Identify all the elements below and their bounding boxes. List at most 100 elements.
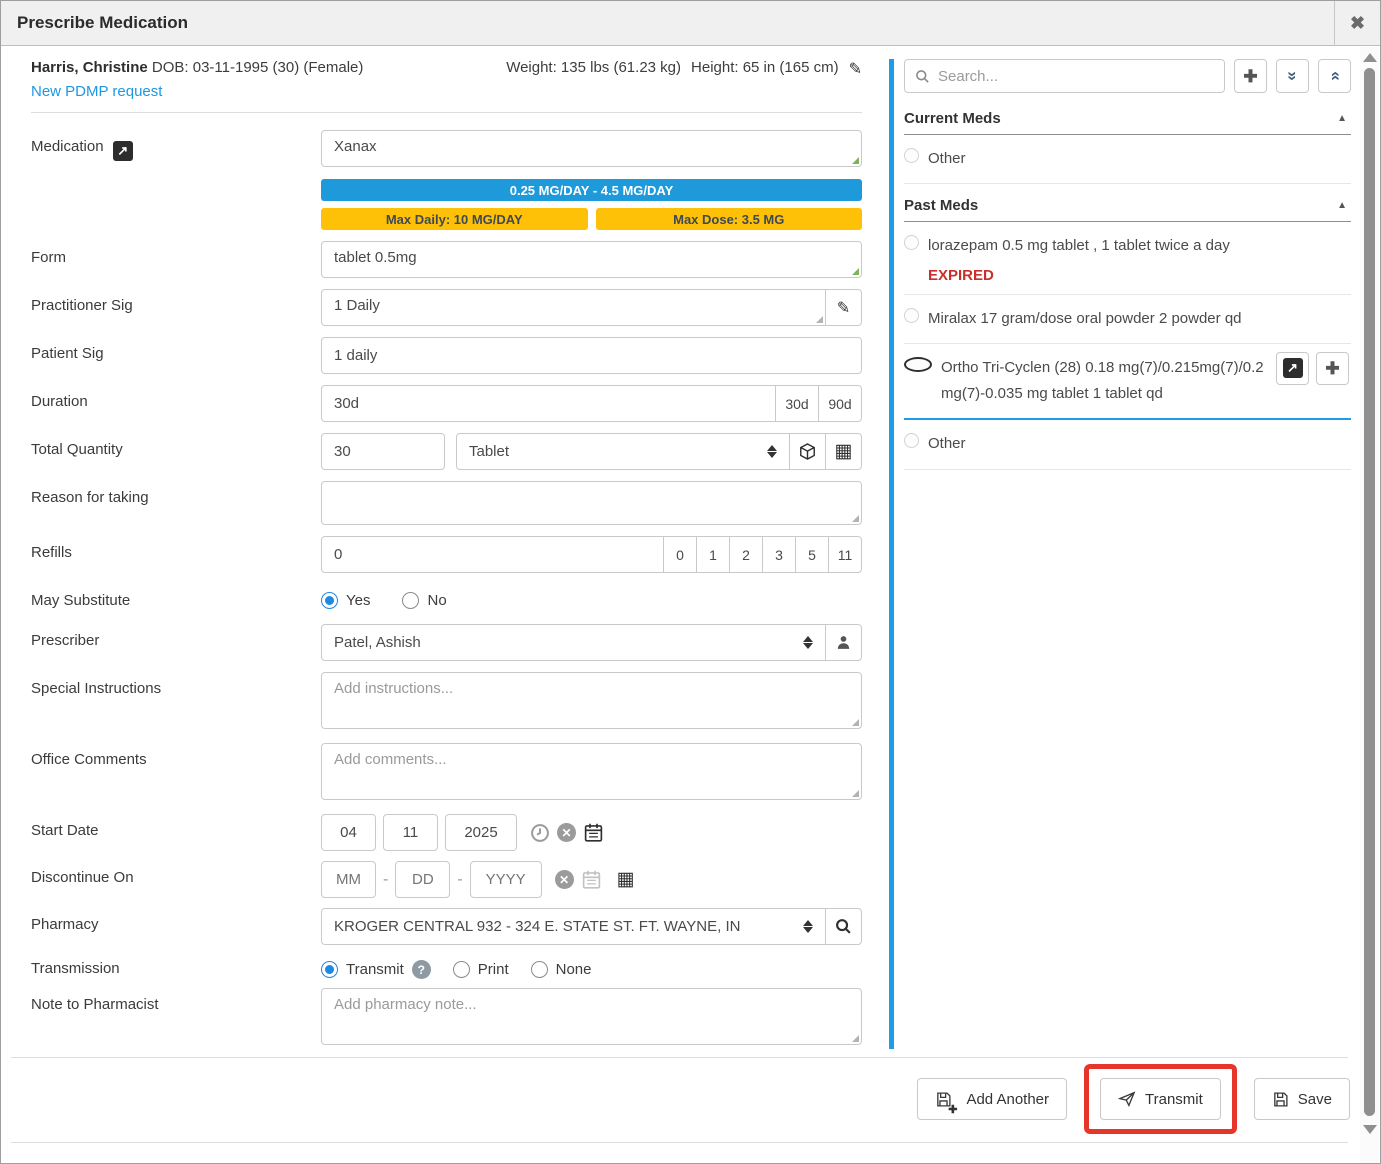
discontinue-year-input[interactable] [470,861,542,898]
external-link-icon: ↗ [1283,358,1303,378]
list-item-selected[interactable]: Ortho Tri-Cyclen (28) 0.18 mg(7)/0.215mg… [904,344,1351,421]
form-input[interactable]: tablet 0.5mg [321,241,862,278]
substitute-no-radio[interactable] [402,592,419,609]
start-month-input[interactable] [321,814,376,851]
refills-quick-5-button[interactable]: 5 [795,536,829,573]
dose-range-bar: 0.25 MG/DAY - 4.5 MG/DAY [321,179,862,201]
current-meds-section-header[interactable]: Current Meds ▲ [904,106,1351,135]
refills-quick-3-button[interactable]: 3 [762,536,796,573]
pharmacy-note-input[interactable] [321,988,862,1045]
edit-sig-button[interactable]: ✎ [825,289,862,326]
quantity-unit-select[interactable]: Tablet [456,433,790,470]
close-icon[interactable]: ✖ [1334,1,1380,46]
practitioner-sig-label: Practitioner Sig [31,289,321,326]
pharmacy-label: Pharmacy [31,908,321,945]
list-item[interactable]: Miralax 17 gram/dose oral powder 2 powde… [904,295,1351,344]
patient-header: Harris, Christine DOB: 03-11-1995 (30) (… [31,59,862,100]
none-radio[interactable] [531,961,548,978]
scroll-down-icon[interactable] [1363,1125,1377,1134]
modal-titlebar: Prescribe Medication ✖ [1,1,1380,46]
prescriber-info-button[interactable] [825,624,862,661]
collapse-all-button[interactable]: » [1318,59,1351,93]
discontinue-day-input[interactable] [395,861,450,898]
transmit-radio[interactable] [321,961,338,978]
max-dose-bar: Max Dose: 3.5 MG [596,208,863,230]
refills-quick-2-button[interactable]: 2 [729,536,763,573]
list-item[interactable]: Other [904,135,1351,184]
list-item[interactable]: Other [904,420,1351,469]
chevrons-up-icon: » [1325,71,1345,80]
person-icon [835,634,852,651]
calendar-disabled-icon[interactable] [581,869,602,890]
save-button[interactable]: Save [1254,1078,1350,1120]
reason-input[interactable] [321,481,862,525]
duration-quick-30d-button[interactable]: 30d [775,385,819,422]
prescriber-select[interactable]: Patel, Ashish [321,624,826,661]
time-icon[interactable] [530,823,550,843]
start-day-input[interactable] [383,814,438,851]
expand-all-button[interactable]: » [1276,59,1309,93]
list-item[interactable]: lorazepam 0.5 mg tablet , 1 tablet twice… [904,222,1351,270]
transmit-radio-label: Transmit [346,961,404,978]
transmit-help-icon[interactable]: ? [412,960,431,979]
scrollbar-thumb[interactable] [1364,68,1375,1116]
clear-discontinue-date-icon[interactable]: ✕ [555,870,574,889]
add-this-med-button[interactable]: ✚ [1316,352,1349,385]
substitute-yes-label: Yes [346,592,370,609]
office-comments-input[interactable] [321,743,862,800]
calendar-icon[interactable] [583,822,604,843]
pharmacy-select[interactable]: KROGER CENTRAL 932 - 324 E. STATE ST. FT… [321,908,826,945]
meds-search-input[interactable] [938,68,1214,85]
add-med-button[interactable]: ✚ [1234,59,1267,93]
select-sort-icon [767,445,777,458]
refills-quick-0-button[interactable]: 0 [663,536,697,573]
med-radio[interactable] [904,148,919,163]
duration-calculator-icon[interactable]: ▦ [617,870,635,889]
cube-icon [798,442,817,461]
refills-quick-11-button[interactable]: 11 [828,536,862,573]
refills-quick-1-button[interactable]: 1 [696,536,730,573]
patient-name: Harris, Christine [31,59,148,76]
duration-input[interactable] [321,385,776,422]
print-radio[interactable] [453,961,470,978]
patient-sig-input[interactable] [321,337,862,374]
status-badge: EXPIRED [904,267,1351,295]
substitute-yes-radio[interactable] [321,592,338,609]
quantity-calculator-button[interactable]: ▦ [825,433,862,470]
open-med-details-button[interactable]: ↗ [1276,352,1309,385]
clear-start-date-icon[interactable]: ✕ [557,823,576,842]
pharmacy-search-button[interactable] [825,908,862,945]
med-radio[interactable] [904,308,919,323]
duration-quick-90d-button[interactable]: 90d [818,385,862,422]
page-title: Prescribe Medication [1,13,188,33]
discontinue-on-label: Discontinue On [31,861,321,898]
special-instructions-input[interactable] [321,672,862,729]
refills-input[interactable] [321,536,664,573]
practitioner-sig-input[interactable]: 1 Daily [321,289,826,326]
medication-input[interactable]: Xanax [321,130,862,167]
med-radio[interactable] [904,433,919,448]
meds-search-field[interactable] [904,59,1225,93]
package-lookup-button[interactable] [789,433,826,470]
divider [11,1142,1348,1143]
scroll-up-icon[interactable] [1363,53,1377,62]
discontinue-month-input[interactable] [321,861,376,898]
start-year-input[interactable] [445,814,517,851]
search-icon [915,69,930,84]
divider [31,112,862,113]
max-daily-bar: Max Daily: 10 MG/DAY [321,208,588,230]
transmit-button[interactable]: Transmit [1100,1078,1221,1120]
vertical-scrollbar[interactable] [1360,47,1379,1164]
total-quantity-input[interactable] [321,433,445,470]
medication-external-link-icon[interactable]: ↗ [113,141,133,161]
med-radio-selected[interactable] [904,357,932,372]
edit-vitals-pencil-icon[interactable]: ✎ [849,59,862,79]
reason-label: Reason for taking [31,481,321,525]
patient-dob: DOB: 03-11-1995 (30) (Female) [152,59,363,76]
med-radio[interactable] [904,235,919,250]
add-another-button[interactable]: ✚ Add Another [917,1078,1067,1120]
new-pdmp-request-link[interactable]: New PDMP request [31,83,363,100]
divider [11,1057,1348,1058]
plus-icon: ✚ [1325,360,1339,377]
past-meds-section-header[interactable]: Past Meds ▲ [904,193,1351,222]
